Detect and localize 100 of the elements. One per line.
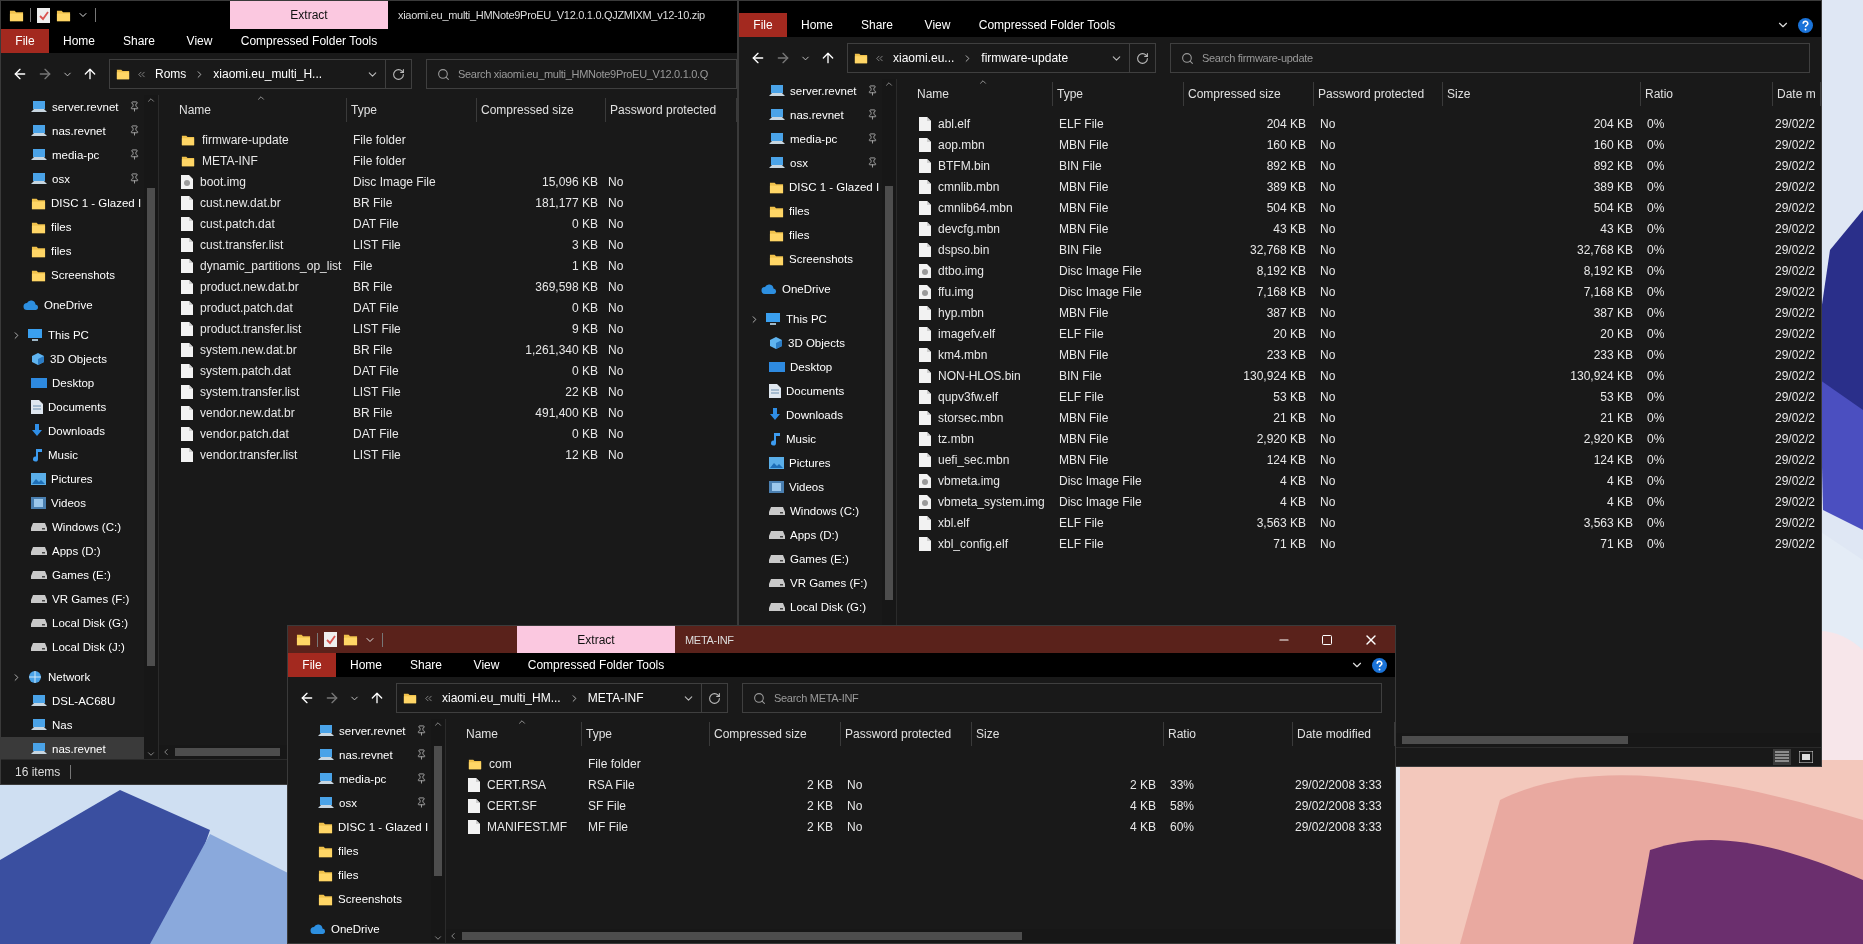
table-cell: MBN File xyxy=(1059,200,1109,215)
table-cell: 0 KB xyxy=(572,300,598,315)
table-cell: No xyxy=(1320,263,1336,278)
table-cell: 389 KB xyxy=(1593,179,1633,194)
table-cell: 124 KB xyxy=(1266,452,1306,467)
table-cell: SF File xyxy=(588,798,626,813)
table-cell: 1 KB xyxy=(572,258,598,273)
table-cell: MBN File xyxy=(1059,137,1109,152)
table-cell: 71 KB xyxy=(1273,536,1306,551)
table-cell: MF File xyxy=(588,819,628,834)
table-cell: MBN File xyxy=(1059,452,1109,467)
table-cell: No xyxy=(1320,494,1336,509)
table-cell: No xyxy=(1320,389,1336,404)
table-cell: No xyxy=(608,195,624,210)
table-cell: 0% xyxy=(1647,410,1665,425)
table-cell: ELF File xyxy=(1059,116,1104,131)
table-cell: No xyxy=(1320,368,1336,383)
table-cell: No xyxy=(1320,305,1336,320)
table-cell: 4 KB xyxy=(1607,473,1633,488)
table-cell: LIST File xyxy=(353,384,401,399)
table-cell: 29/02/2 xyxy=(1775,200,1816,215)
table-cell: ELF File xyxy=(1059,515,1104,530)
table-cell: File folder xyxy=(353,153,406,168)
table-cell: 892 KB xyxy=(1266,158,1306,173)
table-cell: MBN File xyxy=(1059,410,1109,425)
table-cell: 160 KB xyxy=(1266,137,1306,152)
table-cell: BR File xyxy=(353,405,393,420)
table-cell: 53 KB xyxy=(1273,389,1306,404)
table-cell: 29/02/2008 3:33 xyxy=(1295,777,1382,792)
table-cell: 0% xyxy=(1647,536,1665,551)
table-cell: LIST File xyxy=(353,447,401,462)
table-cell: 43 KB xyxy=(1600,221,1633,236)
table-cell: 892 KB xyxy=(1593,158,1633,173)
table-cell: 29/02/2 xyxy=(1775,263,1816,278)
table-cell: 387 KB xyxy=(1593,305,1633,320)
table-cell: 4 KB xyxy=(1607,494,1633,509)
table-cell: 0% xyxy=(1647,179,1665,194)
table-cell: 53 KB xyxy=(1600,389,1633,404)
table-cell: MBN File xyxy=(1059,347,1109,362)
table-cell: 58% xyxy=(1170,798,1195,813)
table-cell: 160 KB xyxy=(1593,137,1633,152)
table-cell: 29/02/2 xyxy=(1775,368,1816,383)
table-cell: No xyxy=(608,279,624,294)
table-cell: 29/02/2 xyxy=(1775,305,1816,320)
table-cell: File folder xyxy=(588,756,641,771)
table-cell: 0% xyxy=(1647,515,1665,530)
table-cell: No xyxy=(1320,431,1336,446)
table-cell: DAT File xyxy=(353,216,399,231)
table-cell: 8,192 KB xyxy=(1583,263,1633,278)
table-cell: 0% xyxy=(1647,284,1665,299)
table-cell: ELF File xyxy=(1059,326,1104,341)
table-cell: 4 KB xyxy=(1280,494,1306,509)
table-cell: 2 KB xyxy=(807,798,833,813)
table-cell: 0% xyxy=(1647,473,1665,488)
table-cell: BR File xyxy=(353,195,393,210)
table-cell: 233 KB xyxy=(1266,347,1306,362)
table-cell: 130,924 KB xyxy=(1243,368,1306,383)
table-cell: 29/02/2 xyxy=(1775,158,1816,173)
table-cell: 204 KB xyxy=(1266,116,1306,131)
table-cell: No xyxy=(608,300,624,315)
table-cell: 12 KB xyxy=(565,447,598,462)
table-cell: Disc Image File xyxy=(1059,473,1142,488)
table-cell: No xyxy=(1320,200,1336,215)
table-cell: 7,168 KB xyxy=(1256,284,1306,299)
table-cell: 29/02/2 xyxy=(1775,242,1816,257)
table-cell: 0 KB xyxy=(572,426,598,441)
table-cell: No xyxy=(1320,473,1336,488)
table-cell: 2,920 KB xyxy=(1256,431,1306,446)
table-cell: MBN File xyxy=(1059,431,1109,446)
table-cell: 29/02/2 xyxy=(1775,347,1816,362)
table-cell: 29/02/2 xyxy=(1775,431,1816,446)
context-tab-header: Extract xyxy=(230,1,388,29)
table-cell: 130,924 KB xyxy=(1570,368,1633,383)
table-cell: 71 KB xyxy=(1600,536,1633,551)
table-cell: 32,768 KB xyxy=(1576,242,1633,257)
table-cell: 504 KB xyxy=(1266,200,1306,215)
table-cell: Disc Image File xyxy=(1059,494,1142,509)
table-cell: 29/02/2 xyxy=(1775,284,1816,299)
table-cell: 124 KB xyxy=(1593,452,1633,467)
table-cell: 1,261,340 KB xyxy=(525,342,598,357)
table-cell: 0% xyxy=(1647,305,1665,320)
table-cell: No xyxy=(608,258,624,273)
table-cell: 504 KB xyxy=(1593,200,1633,215)
table-cell: 0 KB xyxy=(572,363,598,378)
table-cell: 29/02/2 xyxy=(1775,137,1816,152)
table-cell: No xyxy=(608,405,624,420)
table-cell: 389 KB xyxy=(1266,179,1306,194)
table-cell: 0% xyxy=(1647,263,1665,278)
table-cell: MBN File xyxy=(1059,305,1109,320)
table-cell: 0% xyxy=(1647,116,1665,131)
table-cell: 0% xyxy=(1647,242,1665,257)
table-cell: No xyxy=(1320,137,1336,152)
table-cell: 2 KB xyxy=(807,819,833,834)
table-cell: 21 KB xyxy=(1600,410,1633,425)
table-cell: 22 KB xyxy=(565,384,598,399)
table-cell: No xyxy=(847,819,863,834)
table-cell: 0% xyxy=(1647,158,1665,173)
table-cell: MBN File xyxy=(1059,179,1109,194)
window-title: xiaomi.eu_multi_HMNote9ProEU_V12.0.1.0.QJZMIXM_v12-10.zip xyxy=(397,8,705,23)
table-cell: 0% xyxy=(1647,368,1665,383)
